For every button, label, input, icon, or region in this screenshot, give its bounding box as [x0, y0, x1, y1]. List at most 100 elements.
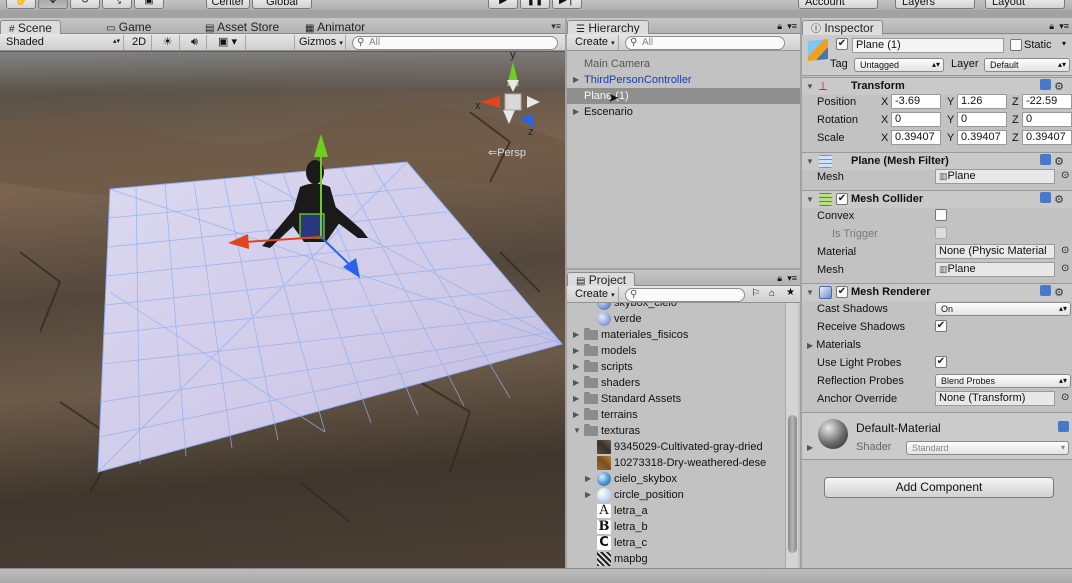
scene-search-input[interactable]: ⚲ All: [352, 36, 558, 50]
component-settings[interactable]: ⚙: [1040, 154, 1064, 168]
materials-label[interactable]: ▶ Materials: [807, 338, 861, 353]
expand-arrow-icon[interactable]: ▶: [807, 341, 813, 350]
lighting-toggle[interactable]: ☀: [156, 35, 180, 50]
panel-menu-icon[interactable]: ▾≡: [551, 21, 561, 32]
rotation-y-field[interactable]: 0: [957, 112, 1007, 127]
static-checkbox[interactable]: [1010, 39, 1022, 51]
gear-icon[interactable]: ⚙: [1054, 156, 1064, 168]
filter-by-label-icon[interactable]: ⌂: [769, 288, 775, 299]
layers-dropdown[interactable]: Layers: [895, 0, 975, 9]
help-book-icon[interactable]: [1040, 154, 1051, 165]
effects-dropdown[interactable]: ▣ ▾: [210, 35, 246, 50]
tab-hierarchy[interactable]: ☰ Hierarchy: [567, 20, 649, 35]
scale-z-field[interactable]: 0.39407: [1022, 130, 1072, 145]
rotation-z-field[interactable]: 0: [1022, 112, 1072, 127]
hierarchy-create-dropdown[interactable]: Create ▾: [571, 35, 619, 50]
expand-arrow-icon[interactable]: ▶: [573, 359, 579, 375]
scale-y-field[interactable]: 0.39407: [957, 130, 1007, 145]
object-name-field[interactable]: Plane (1): [852, 38, 1004, 53]
expand-arrow-icon[interactable]: ▶: [573, 391, 579, 407]
convex-checkbox[interactable]: [935, 209, 947, 221]
2d-toggle[interactable]: 2D: [128, 35, 152, 50]
gear-icon[interactable]: ⚙: [1054, 194, 1064, 206]
help-book-icon[interactable]: [1040, 192, 1051, 203]
anchor-override-field[interactable]: None (Transform): [935, 391, 1055, 406]
collapse-arrow-icon[interactable]: ▼: [573, 423, 581, 439]
perspective-label[interactable]: ⇐Persp: [488, 146, 526, 159]
position-z-label[interactable]: Z: [1012, 95, 1019, 109]
scale-tool-button[interactable]: ⤡: [102, 0, 132, 9]
expand-arrow-icon[interactable]: ▶: [573, 343, 579, 359]
object-picker-icon[interactable]: ⊙: [1061, 263, 1069, 274]
hand-tool-button[interactable]: ✋: [6, 0, 36, 9]
mesh-renderer-enabled-checkbox[interactable]: ✔: [836, 286, 848, 298]
audio-toggle[interactable]: 🔊︎: [183, 35, 207, 50]
gear-icon[interactable]: ⚙: [1054, 287, 1064, 299]
tab-scene[interactable]: # Scene: [0, 20, 61, 35]
mesh-collider-header[interactable]: ▼ ✔ Mesh Collider ⚙: [802, 190, 1072, 208]
layout-dropdown[interactable]: Layout: [985, 0, 1065, 9]
tab-animator[interactable]: ▦ Animator: [297, 20, 373, 35]
play-button[interactable]: ▶: [488, 0, 518, 9]
rotation-z-label[interactable]: Z: [1012, 113, 1019, 127]
lock-icon[interactable]: 🔒︎: [1049, 21, 1054, 32]
account-dropdown[interactable]: Account: [798, 0, 878, 9]
hierarchy-item-third-person-controller[interactable]: ▶ ThirdPersonController: [567, 72, 800, 88]
position-z-field[interactable]: -22.59: [1022, 94, 1072, 109]
component-settings[interactable]: ⚙: [1040, 285, 1064, 299]
pivot-mode-button[interactable]: Center: [206, 0, 250, 9]
rotation-x-field[interactable]: 0: [891, 112, 941, 127]
lock-icon[interactable]: 🔒︎: [777, 21, 782, 32]
hierarchy-item-main-camera[interactable]: Main Camera: [567, 56, 800, 72]
object-picker-icon[interactable]: ⊙: [1061, 392, 1069, 403]
mesh-renderer-header[interactable]: ▼ ✔ Mesh Renderer ⚙: [802, 283, 1072, 301]
collapse-arrow-icon[interactable]: ▼: [806, 157, 814, 166]
help-book-icon[interactable]: [1058, 421, 1069, 432]
lock-icon[interactable]: 🔒︎: [777, 273, 782, 284]
collider-mesh-field[interactable]: ▥Plane: [935, 262, 1055, 277]
static-dropdown-arrow-icon[interactable]: ▾: [1062, 39, 1066, 48]
tab-project[interactable]: ▤ Project: [567, 272, 636, 287]
panel-menu-icon[interactable]: ▾≡: [787, 273, 797, 284]
collapse-arrow-icon[interactable]: ▼: [806, 82, 814, 91]
help-book-icon[interactable]: [1040, 285, 1051, 296]
reflection-probes-dropdown[interactable]: Blend Probes ▴▾: [935, 374, 1071, 388]
tab-asset-store[interactable]: ▤ Asset Store: [197, 20, 287, 35]
position-x-field[interactable]: -3.69: [891, 94, 941, 109]
scene-viewport[interactable]: x y z ⇐Persp: [0, 52, 565, 568]
position-x-label[interactable]: X: [881, 95, 888, 109]
move-tool-button[interactable]: ✥: [38, 0, 68, 9]
position-y-label[interactable]: Y: [947, 95, 954, 109]
tag-dropdown[interactable]: Untagged ▴▾: [854, 58, 944, 72]
expand-arrow-icon[interactable]: ▶: [585, 487, 591, 503]
collapse-arrow-icon[interactable]: ▼: [806, 195, 814, 204]
scale-x-field[interactable]: 0.39407: [891, 130, 941, 145]
rect-tool-button[interactable]: ▣: [134, 0, 164, 9]
rotation-x-label[interactable]: X: [881, 113, 888, 127]
transform-header[interactable]: ▼ ⟂ Transform ⚙: [802, 77, 1072, 95]
expand-arrow-icon[interactable]: ▶: [585, 471, 591, 487]
scale-z-label[interactable]: Z: [1012, 131, 1019, 145]
collapse-arrow-icon[interactable]: ▼: [806, 288, 814, 297]
scale-x-label[interactable]: X: [881, 131, 888, 145]
panel-menu-icon[interactable]: ▾≡: [1059, 21, 1069, 32]
mesh-collider-enabled-checkbox[interactable]: ✔: [836, 193, 848, 205]
expand-arrow-icon[interactable]: ▶: [573, 327, 579, 343]
light-probes-checkbox[interactable]: ✔: [935, 356, 947, 368]
active-checkbox[interactable]: ✔: [836, 38, 848, 50]
pause-button[interactable]: ❚❚: [520, 0, 550, 9]
panel-menu-icon[interactable]: ▾≡: [787, 21, 797, 32]
expand-arrow-icon[interactable]: ▶: [573, 72, 579, 88]
gizmos-dropdown[interactable]: Gizmos ▾: [294, 35, 346, 50]
receive-shadows-checkbox[interactable]: ✔: [935, 320, 947, 332]
object-picker-icon[interactable]: ⊙: [1061, 170, 1069, 181]
space-mode-button[interactable]: Global: [252, 0, 312, 9]
object-picker-icon[interactable]: ⊙: [1061, 245, 1069, 256]
project-scrollbar[interactable]: [785, 303, 798, 568]
cast-shadows-dropdown[interactable]: On ▴▾: [935, 302, 1071, 316]
mesh-filter-mesh-field[interactable]: ▥Plane: [935, 169, 1055, 184]
rotation-y-label[interactable]: Y: [947, 113, 954, 127]
collider-material-field[interactable]: None (Physic Material: [935, 244, 1055, 259]
expand-arrow-icon[interactable]: ▶: [573, 375, 579, 391]
component-settings[interactable]: ⚙: [1040, 192, 1064, 206]
